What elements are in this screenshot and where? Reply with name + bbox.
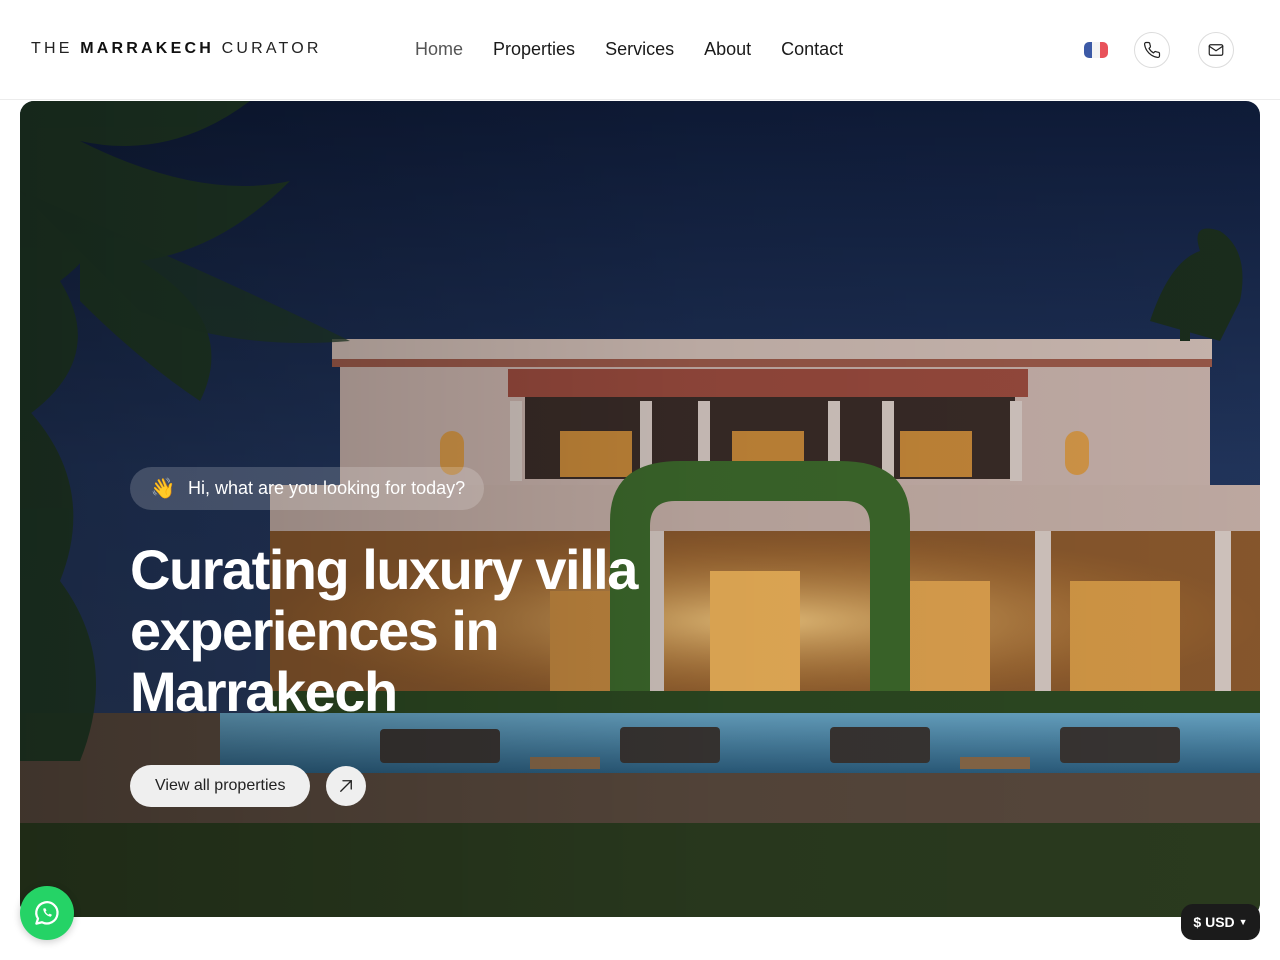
site-header: THE MARRAKECH CURATOR Home Properties Se… bbox=[0, 0, 1280, 100]
greeting-chip[interactable]: 👋 Hi, what are you looking for today? bbox=[130, 467, 485, 510]
currency-selector[interactable]: $ USD ▼ bbox=[1181, 904, 1260, 940]
nav-properties[interactable]: Properties bbox=[493, 38, 575, 60]
france-flag-icon[interactable] bbox=[1084, 42, 1108, 58]
nav-about[interactable]: About bbox=[704, 38, 751, 60]
logo-suffix: CURATOR bbox=[221, 40, 322, 57]
whatsapp-icon bbox=[35, 901, 59, 925]
hero-headline: Curating luxury villa experiences in Mar… bbox=[130, 538, 638, 723]
logo-bold: MARRAKECH bbox=[80, 40, 214, 57]
phone-icon bbox=[1143, 41, 1161, 59]
phone-button[interactable] bbox=[1134, 32, 1170, 68]
hero-banner: 👋 Hi, what are you looking for today? Cu… bbox=[20, 101, 1260, 917]
whatsapp-button[interactable] bbox=[20, 886, 74, 940]
mail-icon bbox=[1208, 44, 1224, 56]
site-logo[interactable]: THE MARRAKECH CURATOR bbox=[31, 40, 322, 58]
view-all-properties-button[interactable]: View all properties bbox=[130, 765, 311, 807]
nav-services[interactable]: Services bbox=[605, 38, 674, 60]
nav-home[interactable]: Home bbox=[415, 38, 463, 60]
greeting-text: Hi, what are you looking for today? bbox=[188, 478, 466, 498]
main-nav: Home Properties Services About Contact bbox=[415, 38, 843, 60]
arrow-up-right-icon bbox=[340, 780, 352, 792]
waving-hand-icon: 👋 bbox=[150, 478, 176, 500]
currency-label: $ USD bbox=[1193, 914, 1235, 930]
logo-prefix: THE bbox=[31, 40, 73, 57]
cta-arrow-button[interactable] bbox=[326, 766, 366, 806]
email-button[interactable] bbox=[1198, 32, 1234, 68]
caret-down-icon: ▼ bbox=[1238, 917, 1248, 927]
nav-contact[interactable]: Contact bbox=[781, 38, 843, 60]
